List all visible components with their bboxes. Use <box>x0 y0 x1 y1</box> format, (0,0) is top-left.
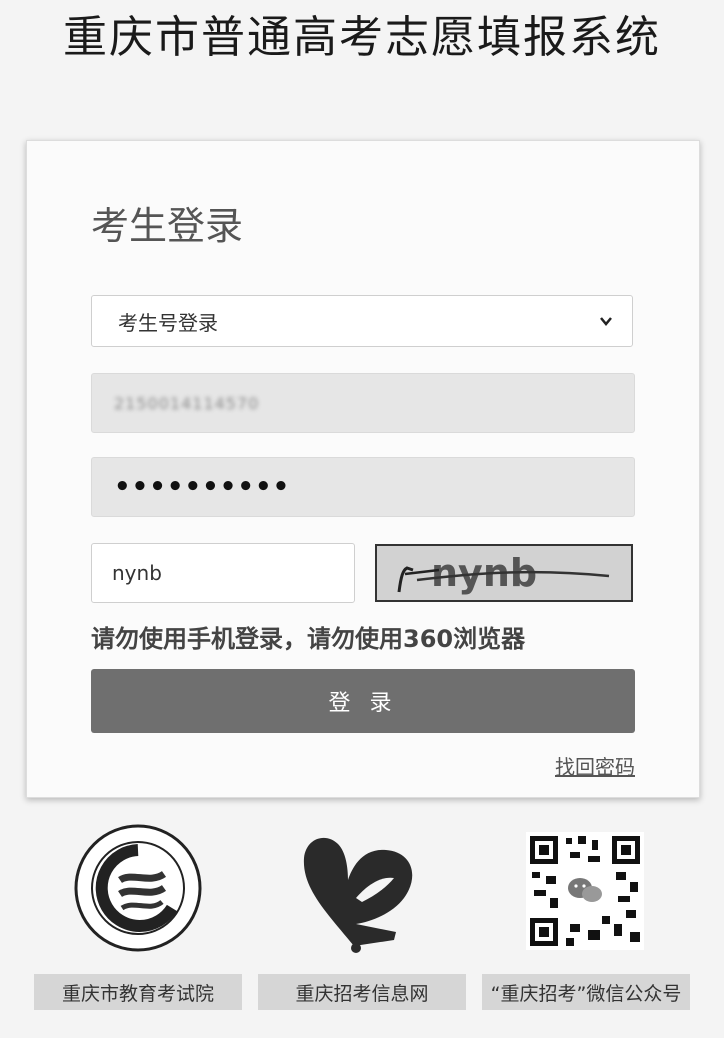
captcha-input[interactable]: nynb <box>91 543 355 603</box>
login-type-select[interactable]: 考生号登录 <box>91 295 633 347</box>
captcha-input-value: nynb <box>112 561 162 585</box>
heart-logo-icon[interactable] <box>296 828 426 956</box>
footer-label-exam-authority[interactable]: 重庆市教育考试院 <box>34 974 242 1010</box>
chevron-down-icon <box>600 317 612 326</box>
password-value: •••••••••• <box>114 472 291 502</box>
forgot-password-link[interactable]: 找回密码 <box>555 751 635 780</box>
username-value: 2150014114570 <box>114 393 260 413</box>
footer-label-wechat[interactable]: “重庆招考”微信公众号 <box>482 974 690 1010</box>
login-notice: 请勿使用手机登录，请勿使用360浏览器 <box>91 625 526 653</box>
login-heading: 考生登录 <box>91 204 244 248</box>
qr-code-icon[interactable] <box>526 832 644 950</box>
login-button[interactable]: 登 录 <box>91 669 635 733</box>
password-field[interactable]: •••••••••• <box>91 457 635 517</box>
page-title: 重庆市普通高考志愿填报系统 <box>63 12 661 63</box>
captcha-image[interactable]: nynb <box>375 544 633 602</box>
exam-authority-seal-icon[interactable] <box>72 822 204 954</box>
login-card: 考生登录 考生号登录 2150014114570 •••••••••• nynb… <box>26 140 700 798</box>
username-field[interactable]: 2150014114570 <box>91 373 635 433</box>
footer-label-info-site[interactable]: 重庆招考信息网 <box>258 974 466 1010</box>
login-type-value: 考生号登录 <box>118 310 218 335</box>
